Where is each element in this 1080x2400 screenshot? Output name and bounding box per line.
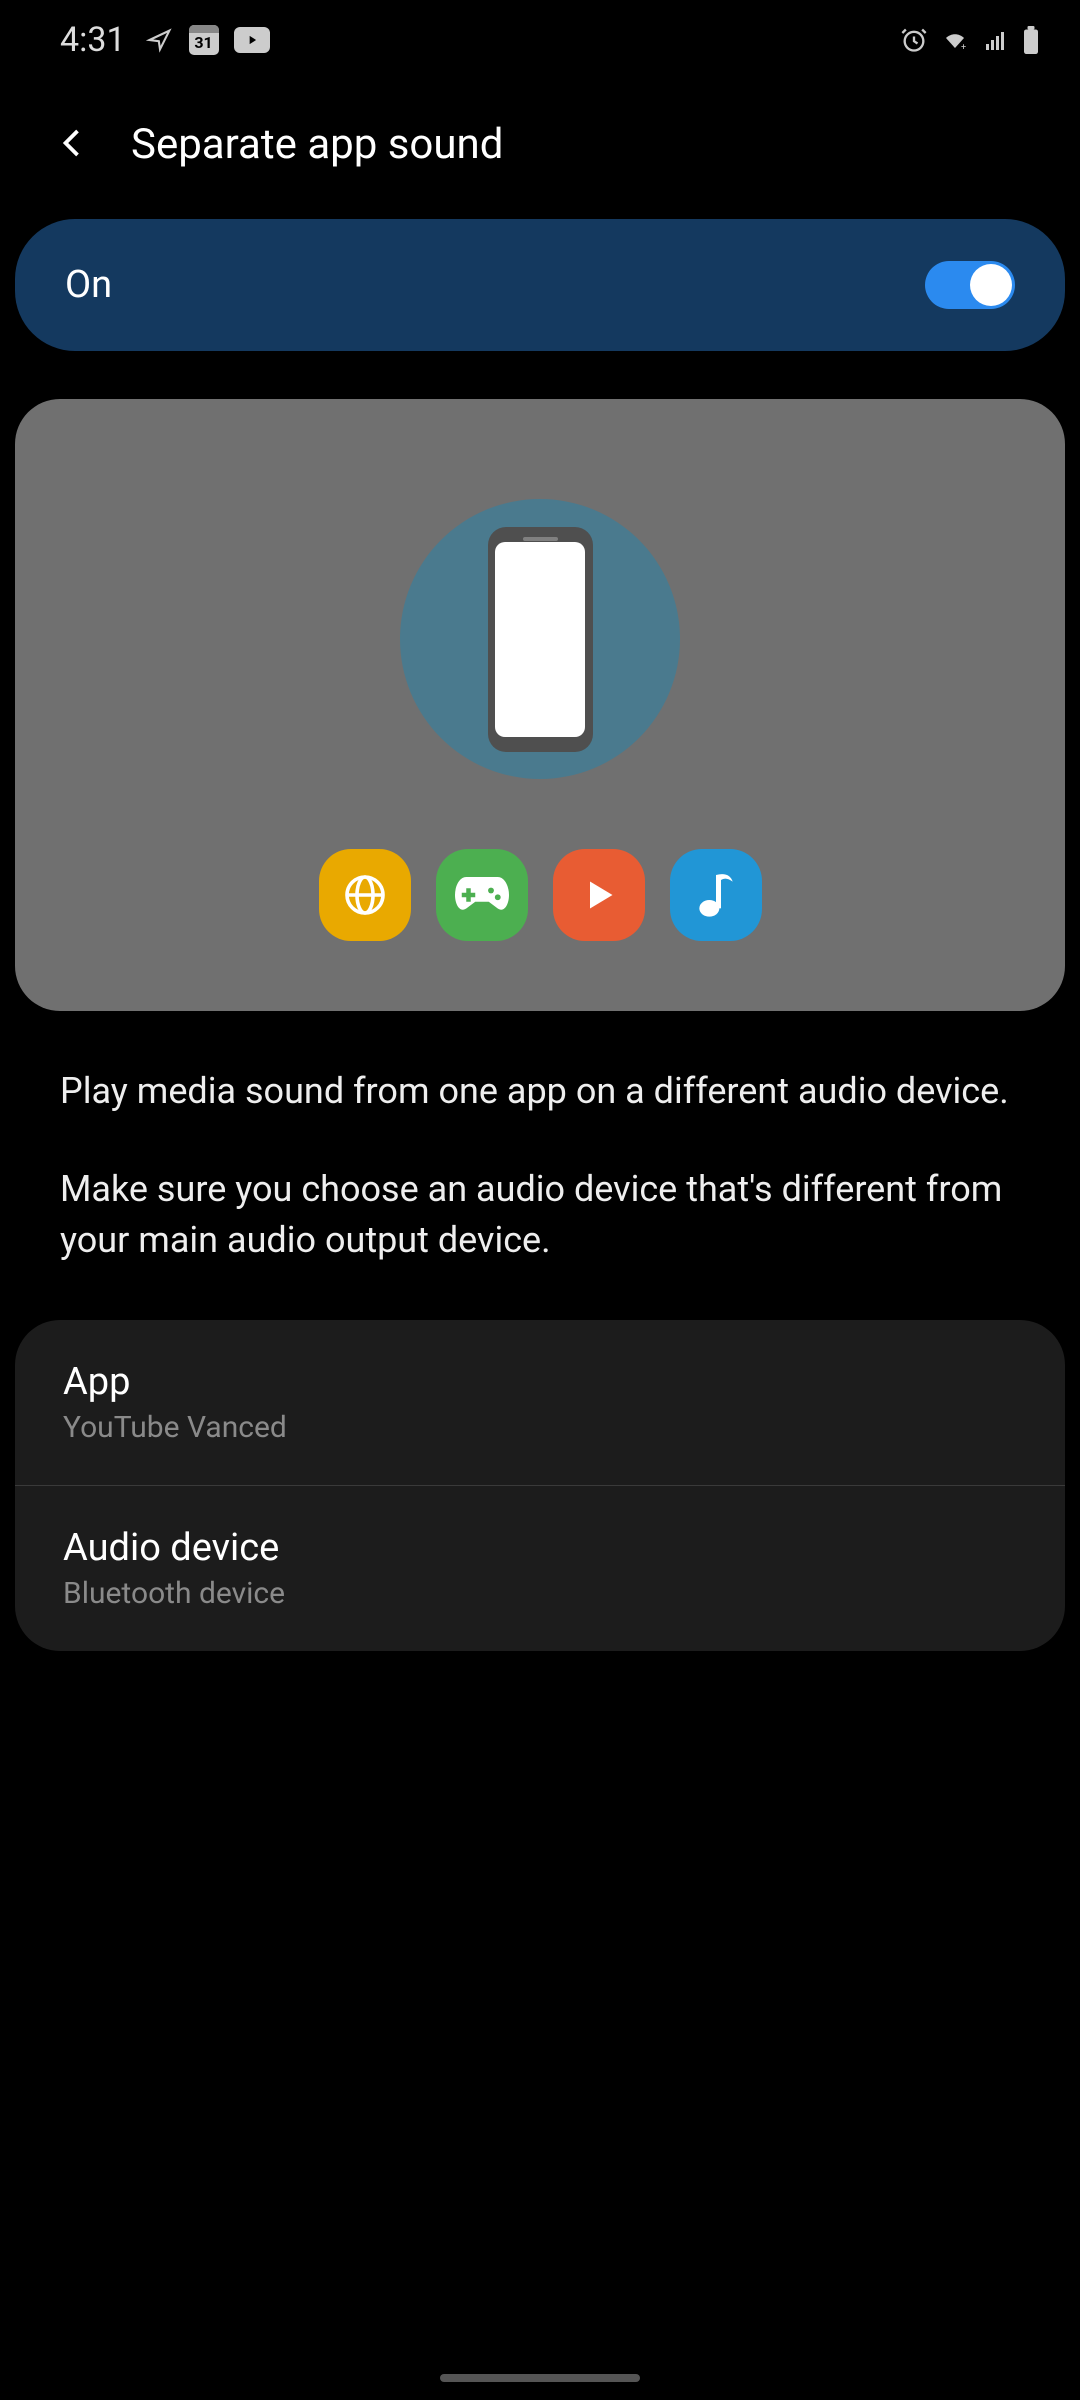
page-title: Separate app sound bbox=[131, 120, 503, 169]
back-button[interactable] bbox=[55, 125, 91, 165]
signal-icon bbox=[982, 28, 1010, 52]
phone-notch bbox=[523, 537, 558, 541]
setting-app[interactable]: App YouTube Vanced bbox=[15, 1320, 1065, 1485]
toggle-label: On bbox=[65, 263, 112, 307]
calendar-icon: 31 bbox=[189, 25, 219, 55]
status-right: + bbox=[900, 26, 1040, 54]
description-line1: Play media sound from one app on a diffe… bbox=[60, 1066, 1020, 1116]
chevron-left-icon bbox=[55, 125, 91, 161]
description-text: Play media sound from one app on a diffe… bbox=[0, 1011, 1080, 1320]
status-bar: 4:31 31 bbox=[0, 0, 1080, 80]
music-note-icon bbox=[670, 849, 762, 941]
phone-illustration bbox=[400, 499, 680, 779]
wifi-icon: + bbox=[940, 28, 970, 52]
battery-icon bbox=[1022, 26, 1040, 54]
setting-app-value: YouTube Vanced bbox=[63, 1410, 1017, 1445]
youtube-icon bbox=[234, 27, 270, 53]
setting-app-title: App bbox=[63, 1360, 1017, 1404]
location-outline-icon bbox=[146, 26, 174, 54]
navigation-bar-handle[interactable] bbox=[440, 2374, 640, 2382]
svg-text:+: + bbox=[961, 43, 966, 52]
status-time: 4:31 bbox=[60, 20, 126, 60]
settings-card: App YouTube Vanced Audio device Bluetoot… bbox=[15, 1320, 1065, 1651]
gamepad-icon bbox=[436, 849, 528, 941]
alarm-icon bbox=[900, 26, 928, 54]
status-left: 4:31 31 bbox=[60, 20, 270, 60]
phone-screen bbox=[495, 542, 585, 737]
app-icons-row bbox=[319, 849, 762, 941]
toggle-switch[interactable] bbox=[925, 261, 1015, 309]
visual-illustration-card bbox=[15, 399, 1065, 1011]
master-toggle-row[interactable]: On bbox=[15, 219, 1065, 351]
play-icon bbox=[553, 849, 645, 941]
setting-audio-device-value: Bluetooth device bbox=[63, 1576, 1017, 1611]
setting-audio-device-title: Audio device bbox=[63, 1526, 1017, 1570]
header: Separate app sound bbox=[0, 80, 1080, 219]
toggle-knob bbox=[970, 264, 1012, 306]
setting-audio-device[interactable]: Audio device Bluetooth device bbox=[15, 1485, 1065, 1651]
status-icons-left: 31 bbox=[146, 25, 270, 55]
description-line2: Make sure you choose an audio device tha… bbox=[60, 1164, 1020, 1265]
phone-body bbox=[488, 527, 593, 752]
globe-icon bbox=[319, 849, 411, 941]
